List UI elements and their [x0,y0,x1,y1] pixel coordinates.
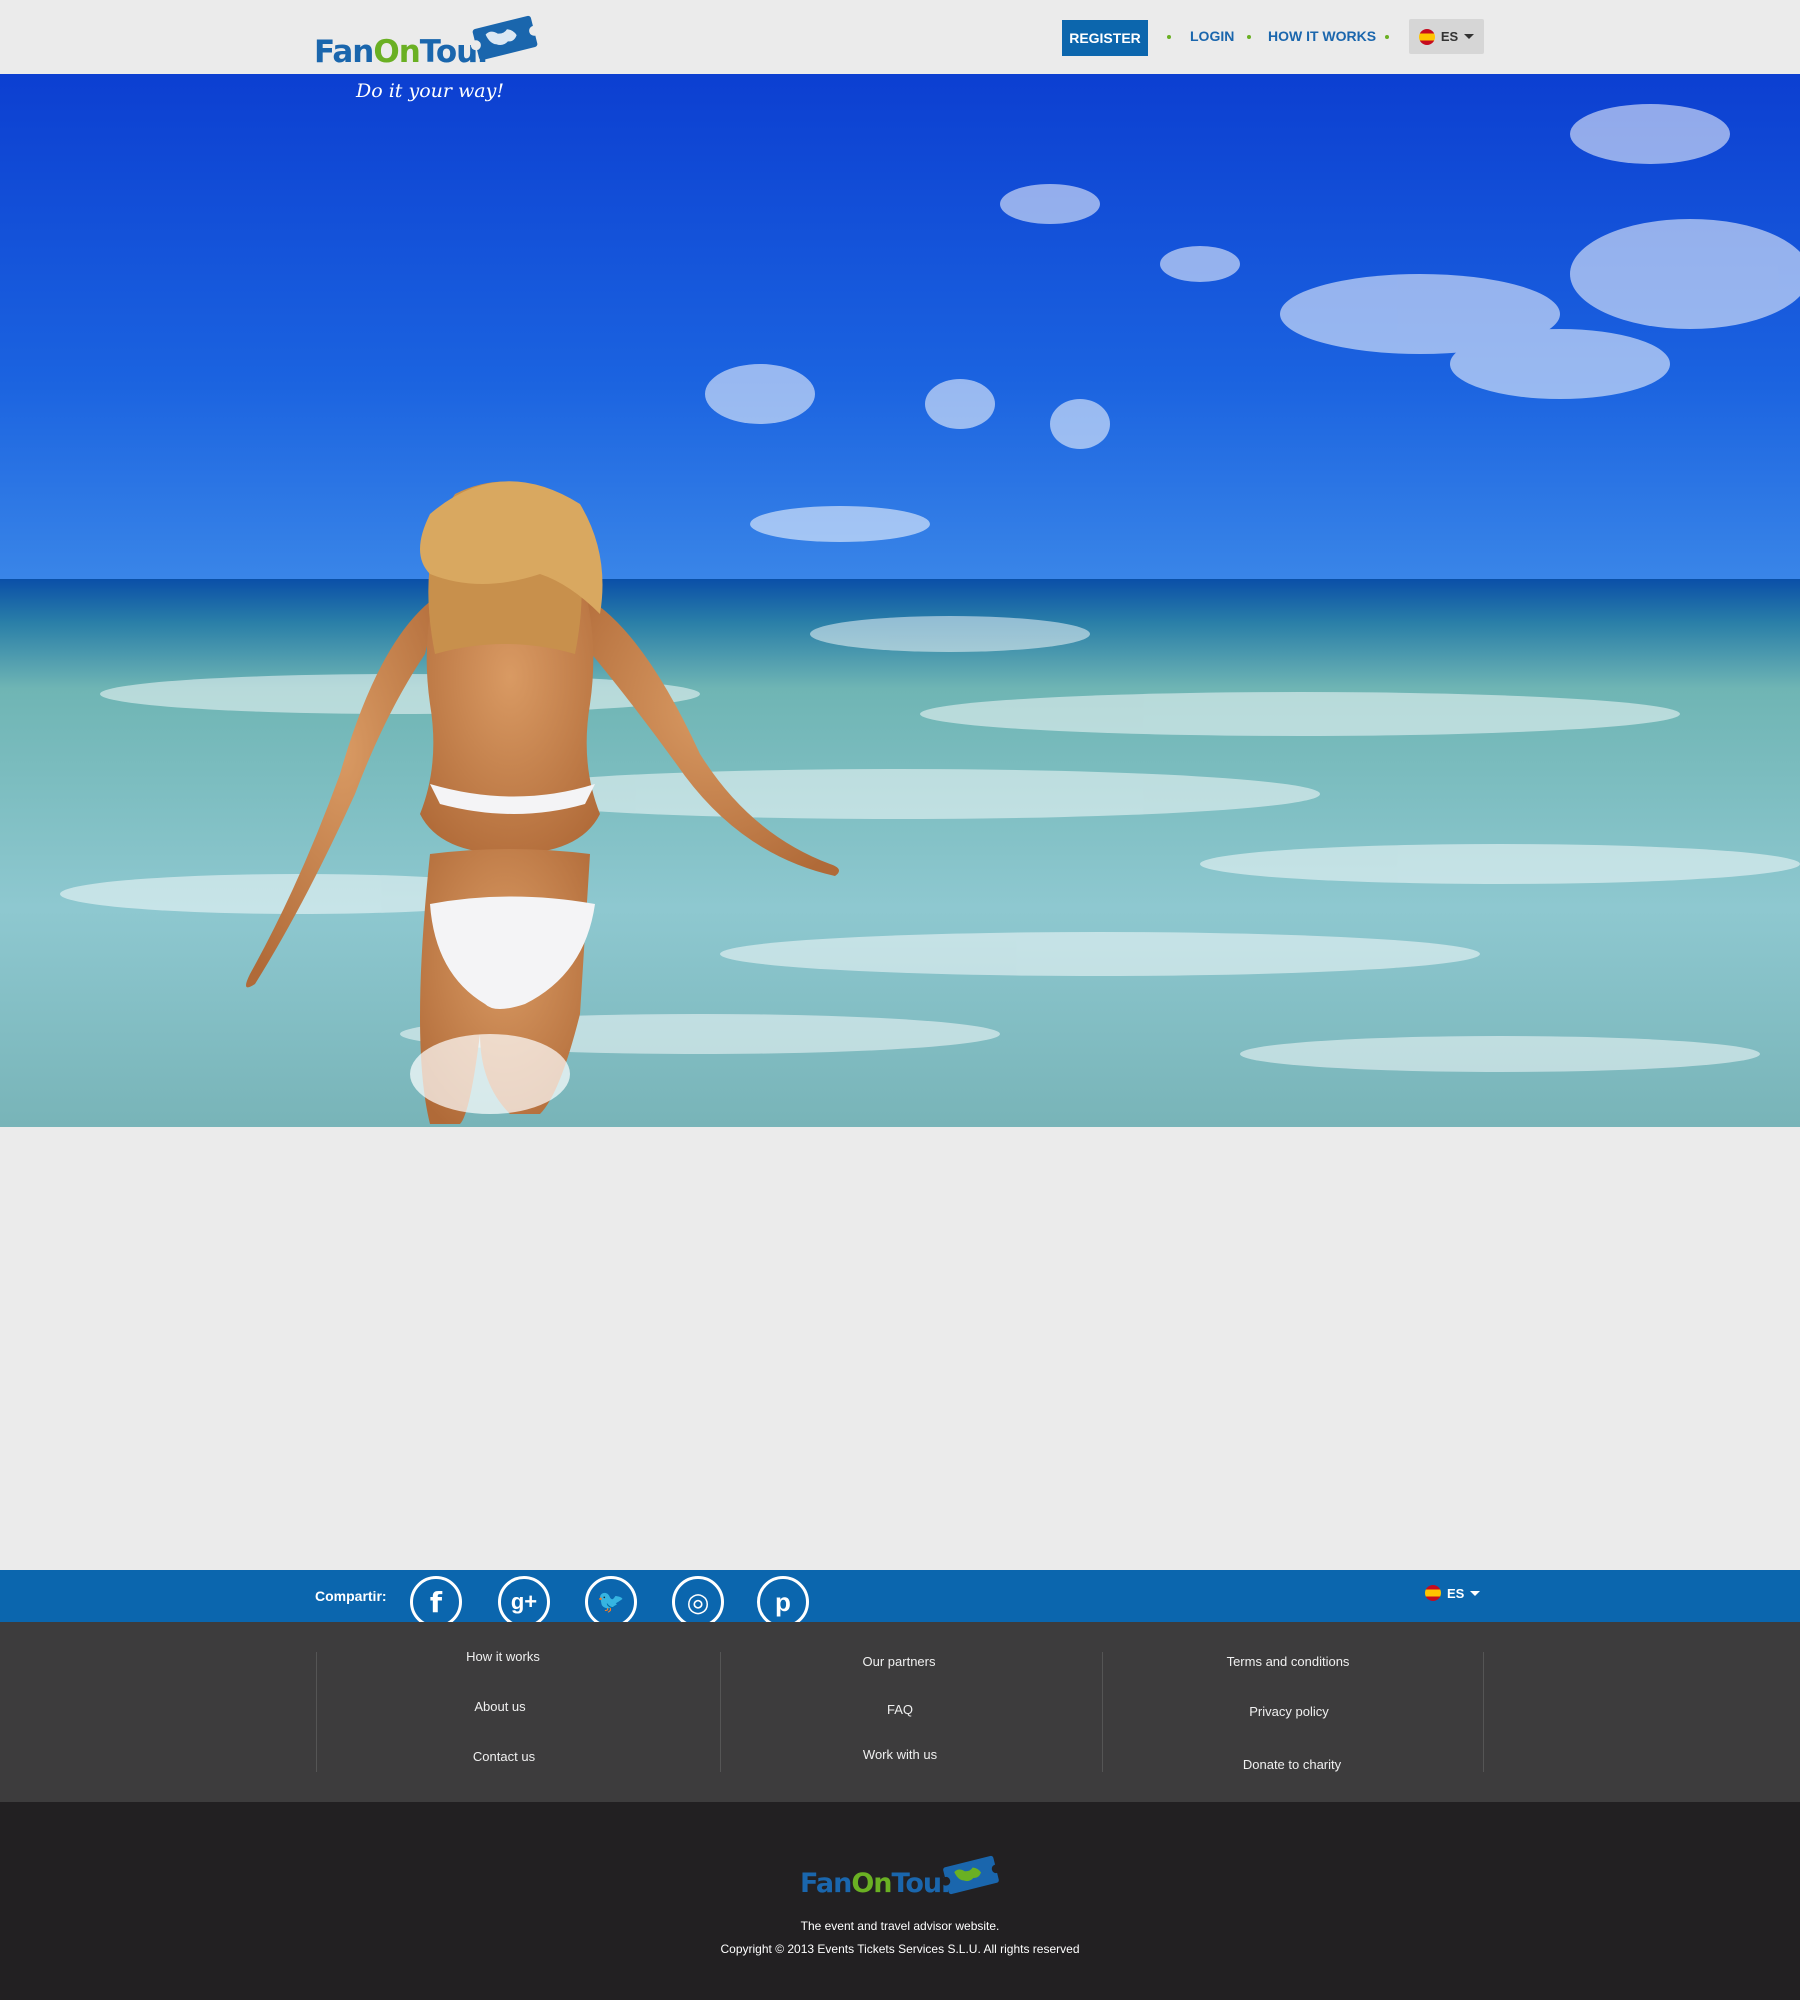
footer-logo[interactable]: FanOnTour [800,1854,1010,1902]
twitter-icon: 🐦 [597,1589,625,1614]
instagram-share-button[interactable]: ◎ [672,1576,724,1628]
footer-tagline: The event and travel advisor website. [800,1919,1000,1933]
footer-link-contact-us[interactable]: Contact us [473,1749,535,1764]
language-code: ES [1440,29,1459,44]
share-bar: Compartir: f g+ 🐦 ◎ p ES [0,1570,1800,1628]
chevron-down-icon [1470,1590,1481,1596]
footer-link-privacy[interactable]: Privacy policy [1249,1704,1328,1719]
google-plus-icon: g+ [510,1589,538,1614]
footer-language-selector[interactable]: ES [1425,1585,1481,1601]
footer-link-donate[interactable]: Donate to charity [1243,1757,1341,1772]
footer-column-divider [1483,1652,1484,1772]
footer-column-divider [1102,1652,1103,1772]
footer-links: How it works About us Contact us Our par… [0,1622,1800,1802]
footer-link-about-us[interactable]: About us [474,1699,525,1714]
ticket-globe-icon [470,15,540,61]
footer-bottom: FanOnTour The event and travel advisor w… [0,1802,1800,2000]
nav-separator-dot [1167,35,1171,39]
footer-column-divider [720,1652,721,1772]
site-logo[interactable]: FanOnTour [314,14,544,74]
register-button[interactable]: REGISTER [1062,20,1148,56]
language-code: ES [1447,1585,1465,1601]
share-label: Compartir: [315,1588,387,1604]
google-plus-share-button[interactable]: g+ [498,1576,550,1628]
facebook-icon: f [429,1585,443,1619]
instagram-icon: ◎ [686,1586,710,1617]
site-header: FanOnTour REGISTER LOGIN HOW IT WORKS ES [0,0,1800,74]
how-it-works-link[interactable]: HOW IT WORKS [1268,28,1376,44]
pinterest-share-button[interactable]: p [757,1576,809,1628]
footer-link-faq[interactable]: FAQ [887,1702,913,1717]
logo-wordmark: FanOnTour [800,1868,954,1899]
login-link[interactable]: LOGIN [1190,28,1234,44]
site-tagline: Do it your way! [356,80,504,102]
footer-link-terms[interactable]: Terms and conditions [1227,1654,1350,1669]
spain-flag-icon [1425,1585,1441,1601]
footer-link-work-with-us[interactable]: Work with us [863,1747,937,1762]
nav-separator-dot [1385,35,1389,39]
footer-column-divider [316,1652,317,1772]
footer-copyright: Copyright © 2013 Events Tickets Services… [720,1942,1080,1956]
footer-link-how-it-works[interactable]: How it works [466,1649,540,1664]
language-selector[interactable]: ES [1409,19,1484,54]
ticket-globe-icon [941,1855,1001,1895]
nav-separator-dot [1247,35,1251,39]
logo-wordmark: FanOnTour [314,34,492,70]
pinterest-icon: p [775,1586,791,1617]
facebook-share-button[interactable]: f [410,1576,462,1628]
chevron-down-icon [1464,34,1475,39]
hero-image [0,74,1800,1127]
spain-flag-icon [1418,28,1435,45]
footer-link-our-partners[interactable]: Our partners [863,1654,936,1669]
twitter-share-button[interactable]: 🐦 [585,1576,637,1628]
beach-scene-illustration [0,74,1800,1127]
